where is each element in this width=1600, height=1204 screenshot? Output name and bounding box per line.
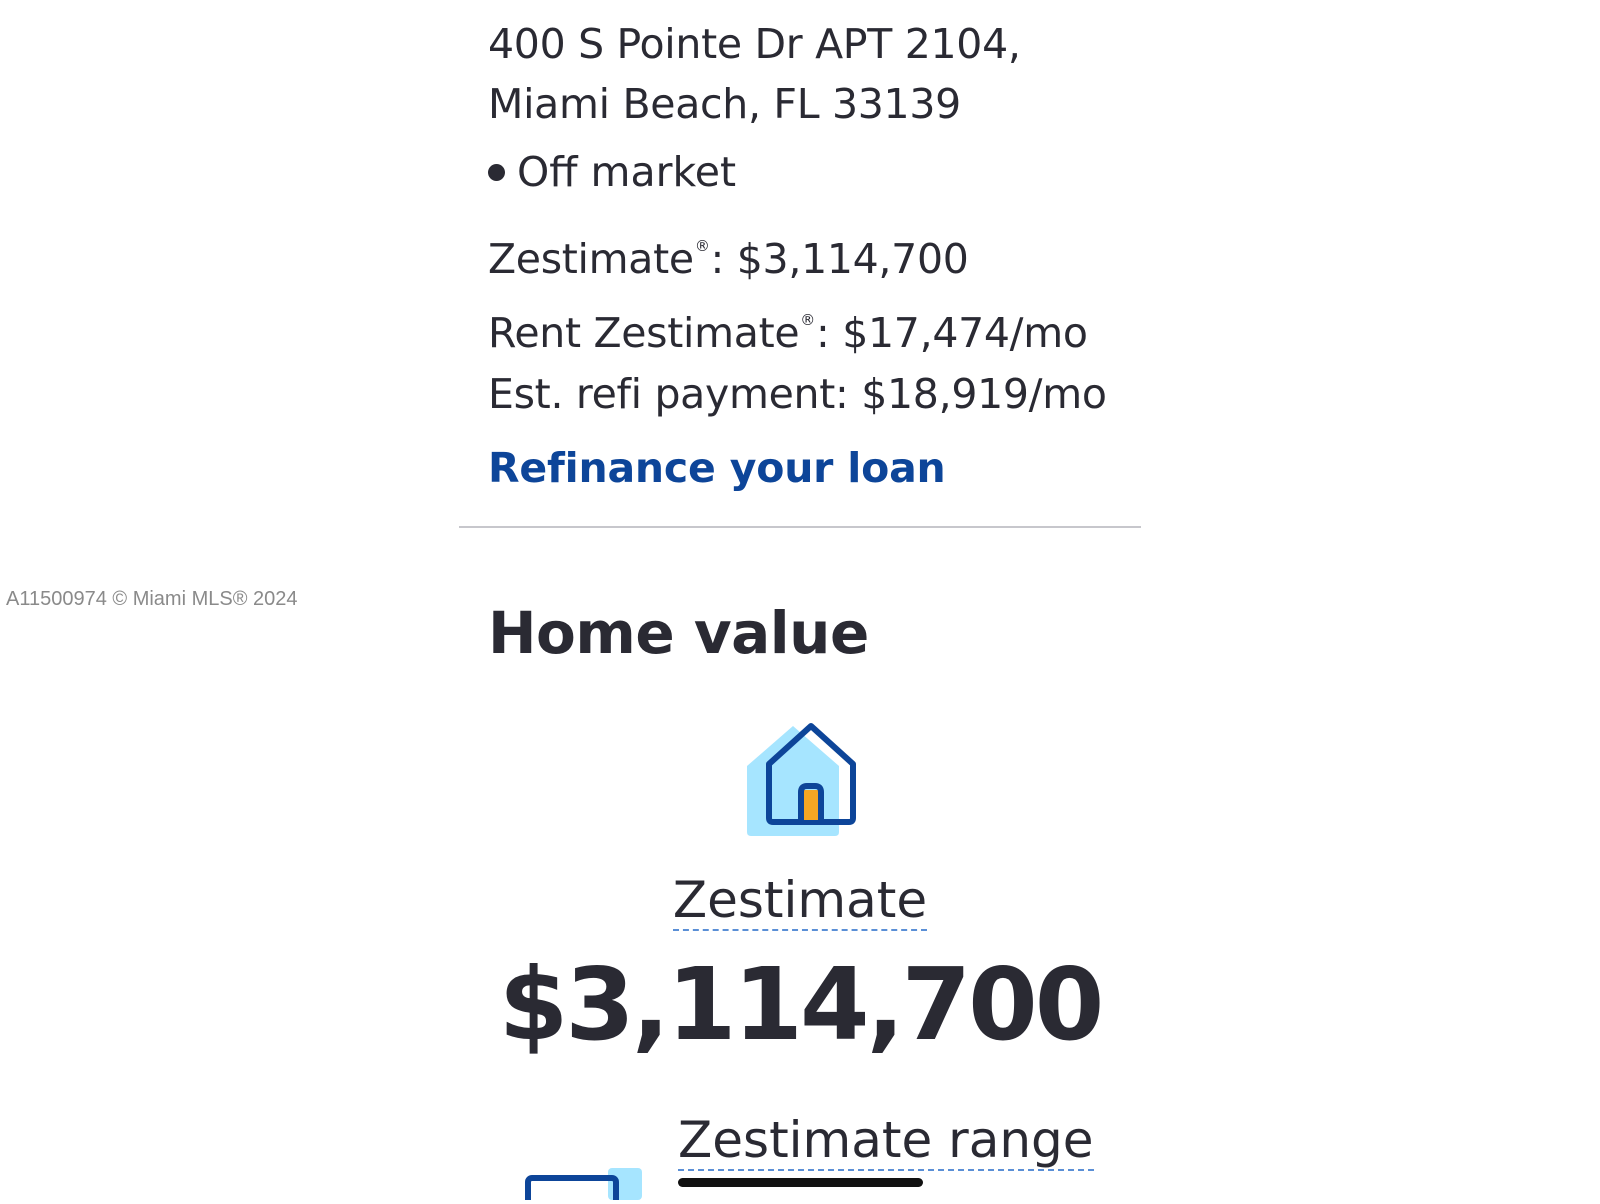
listing-status: Off market [488,146,736,198]
rent-zestimate-label: Rent Zestimate [488,309,800,357]
zestimate-summary-value: : $3,114,700 [710,235,969,283]
zestimate-summary-label: Zestimate [488,235,694,283]
home-value-heading: Home value [488,599,869,667]
address-line-2: Miami Beach, FL 33139 [488,80,961,128]
section-divider [459,526,1141,528]
range-chart-icon [524,1166,644,1204]
zestimate-range-label-text[interactable]: Zestimate range [678,1111,1094,1171]
zestimate-label-text[interactable]: Zestimate [672,871,928,931]
status-dot-icon [488,163,505,181]
property-address: 400 S Pointe Dr APT 2104, Miami Beach, F… [488,14,1021,134]
zestimate-amount: $3,114,700 [498,946,1105,1063]
refi-payment: Est. refi payment: $18,919/mo [488,370,1107,418]
registered-mark: ® [694,237,710,255]
zestimate-range-label[interactable]: Zestimate range [678,1108,1094,1172]
mls-watermark: A11500974 © Miami MLS® 2024 [6,588,298,610]
address-line-1: 400 S Pointe Dr APT 2104, [488,20,1021,68]
range-bar [678,1178,923,1187]
rent-zestimate-value: : $17,474/mo [815,309,1088,357]
rent-zestimate-summary: Rent Zestimate®: $17,474/mo [488,294,1088,359]
status-label: Off market [517,148,737,196]
refinance-link[interactable]: Refinance your loan [488,442,946,494]
registered-mark: ® [800,311,815,329]
zestimate-label[interactable]: Zestimate [0,868,1600,932]
house-icon [745,718,857,840]
zestimate-summary: Zestimate®: $3,114,700 [488,220,969,285]
